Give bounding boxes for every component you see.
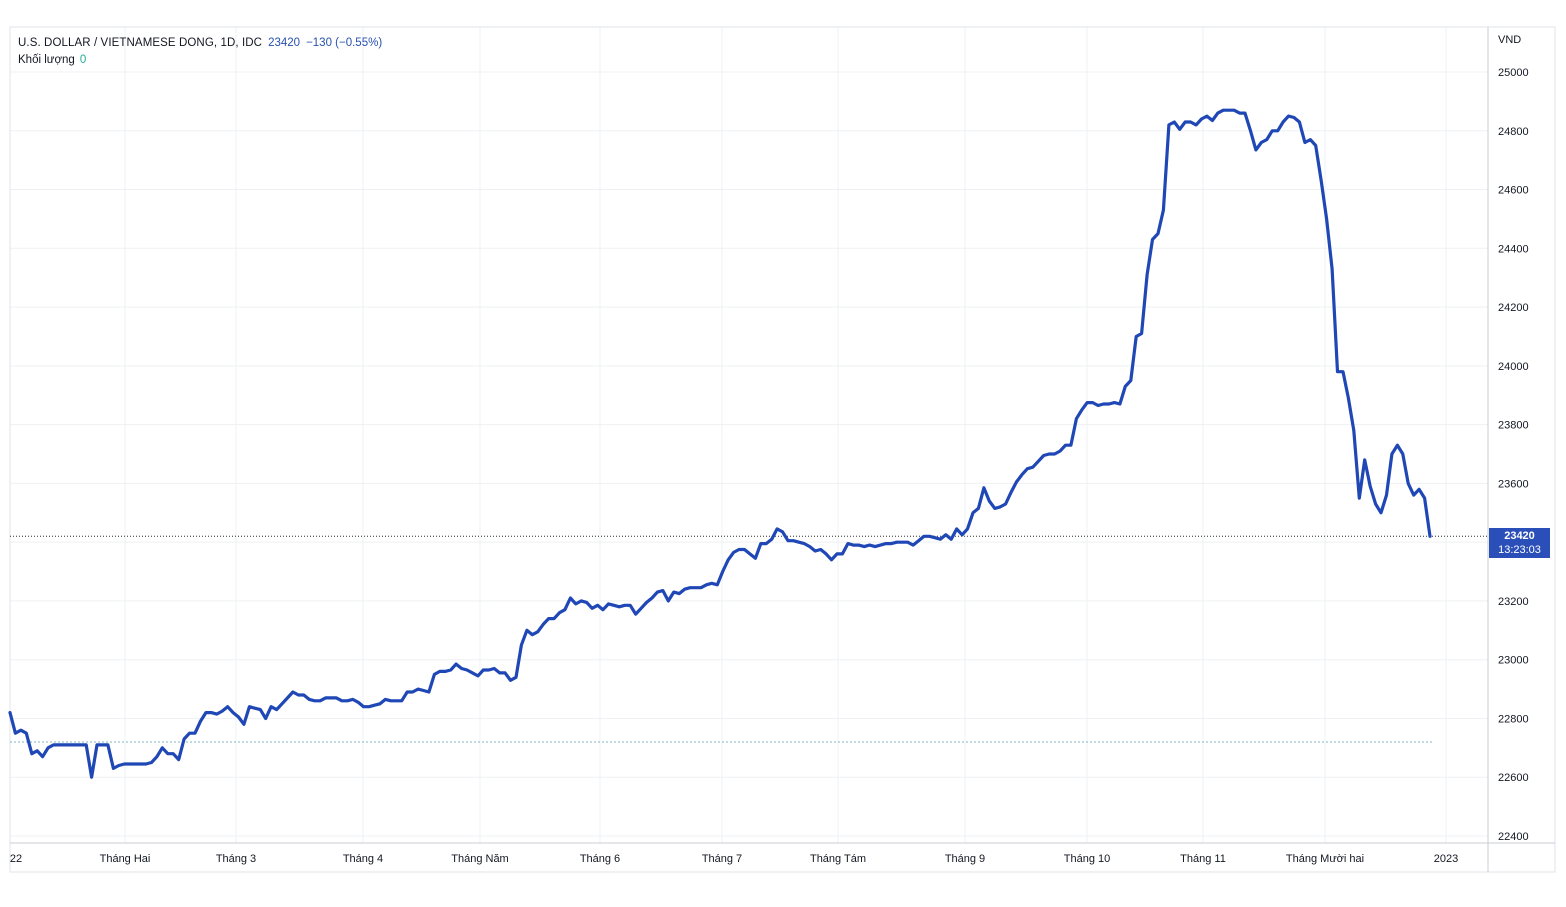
chart-border xyxy=(9,26,1556,873)
time-tick-label: 2023 xyxy=(1434,853,1458,865)
volume-label[interactable]: Khối lượng xyxy=(18,54,75,66)
price-chart[interactable]: 2240022600228002300023200234002360023800… xyxy=(0,0,1566,907)
volume-row: Khối lượng 0 xyxy=(18,52,382,69)
price-tick-label: 22400 xyxy=(1498,831,1529,843)
price-tick-label: 25000 xyxy=(1498,67,1529,79)
time-tick-label: Tháng Tám xyxy=(810,853,866,865)
price-tick-label: 24600 xyxy=(1498,185,1529,197)
symbol-row: U.S. DOLLAR / VIETNAMESE DONG, 1D, IDC 23… xyxy=(18,35,382,52)
price-tick-label: 23800 xyxy=(1498,420,1529,432)
price-tick-label: 23600 xyxy=(1498,478,1529,490)
time-tick-label: Tháng Năm xyxy=(451,853,508,865)
time-axis-ticks: 22 Tháng Hai Tháng 3 Tháng 4 Tháng Năm Tháng … xyxy=(10,853,1458,865)
last-price-badge: 23420 13:23:03 xyxy=(1489,528,1550,558)
price-tick-label: 24000 xyxy=(1498,361,1529,373)
time-tick-label: Tháng 11 xyxy=(1180,853,1226,865)
time-tick-label: Tháng 9 xyxy=(945,853,985,865)
time-tick-label: Tháng 4 xyxy=(343,853,383,865)
series-line xyxy=(8,108,1432,779)
last-value: 23420 xyxy=(268,37,301,49)
price-tick-label: 23200 xyxy=(1498,596,1529,608)
change-value: −130 (−0.55%) xyxy=(306,37,383,49)
time-tick-label: Tháng 7 xyxy=(702,853,742,865)
legend-header: U.S. DOLLAR / VIETNAMESE DONG, 1D, IDC 23… xyxy=(18,35,382,69)
time-tick-label: Tháng Mười hai xyxy=(1286,853,1364,865)
time-tick-label: Tháng Hai xyxy=(100,853,151,865)
price-tick-label: 24400 xyxy=(1498,243,1529,255)
chart-frame xyxy=(9,26,1556,873)
last-price-label: 23420 xyxy=(1504,530,1535,542)
time-tick-label: Tháng 10 xyxy=(1064,853,1110,865)
time-tick-label: Tháng 6 xyxy=(580,853,620,865)
time-tick-label: 22 xyxy=(10,853,22,865)
countdown-label: 13:23:03 xyxy=(1498,544,1541,556)
price-tick-label: 24800 xyxy=(1498,126,1529,138)
price-axis-ticks: 2240022600228002300023200234002360023800… xyxy=(1498,67,1529,843)
price-tick-label: 23000 xyxy=(1498,655,1529,667)
price-unit-label: VND xyxy=(1498,34,1522,46)
chart-grid xyxy=(10,27,1488,843)
volume-value: 0 xyxy=(79,54,87,66)
symbol-title[interactable]: U.S. DOLLAR / VIETNAMESE DONG, 1D, IDC xyxy=(18,37,262,49)
price-tick-label: 24200 xyxy=(1498,302,1529,314)
price-tick-label: 22800 xyxy=(1498,713,1529,725)
time-tick-label: Tháng 3 xyxy=(216,853,256,865)
price-tick-label: 22600 xyxy=(1498,772,1529,784)
